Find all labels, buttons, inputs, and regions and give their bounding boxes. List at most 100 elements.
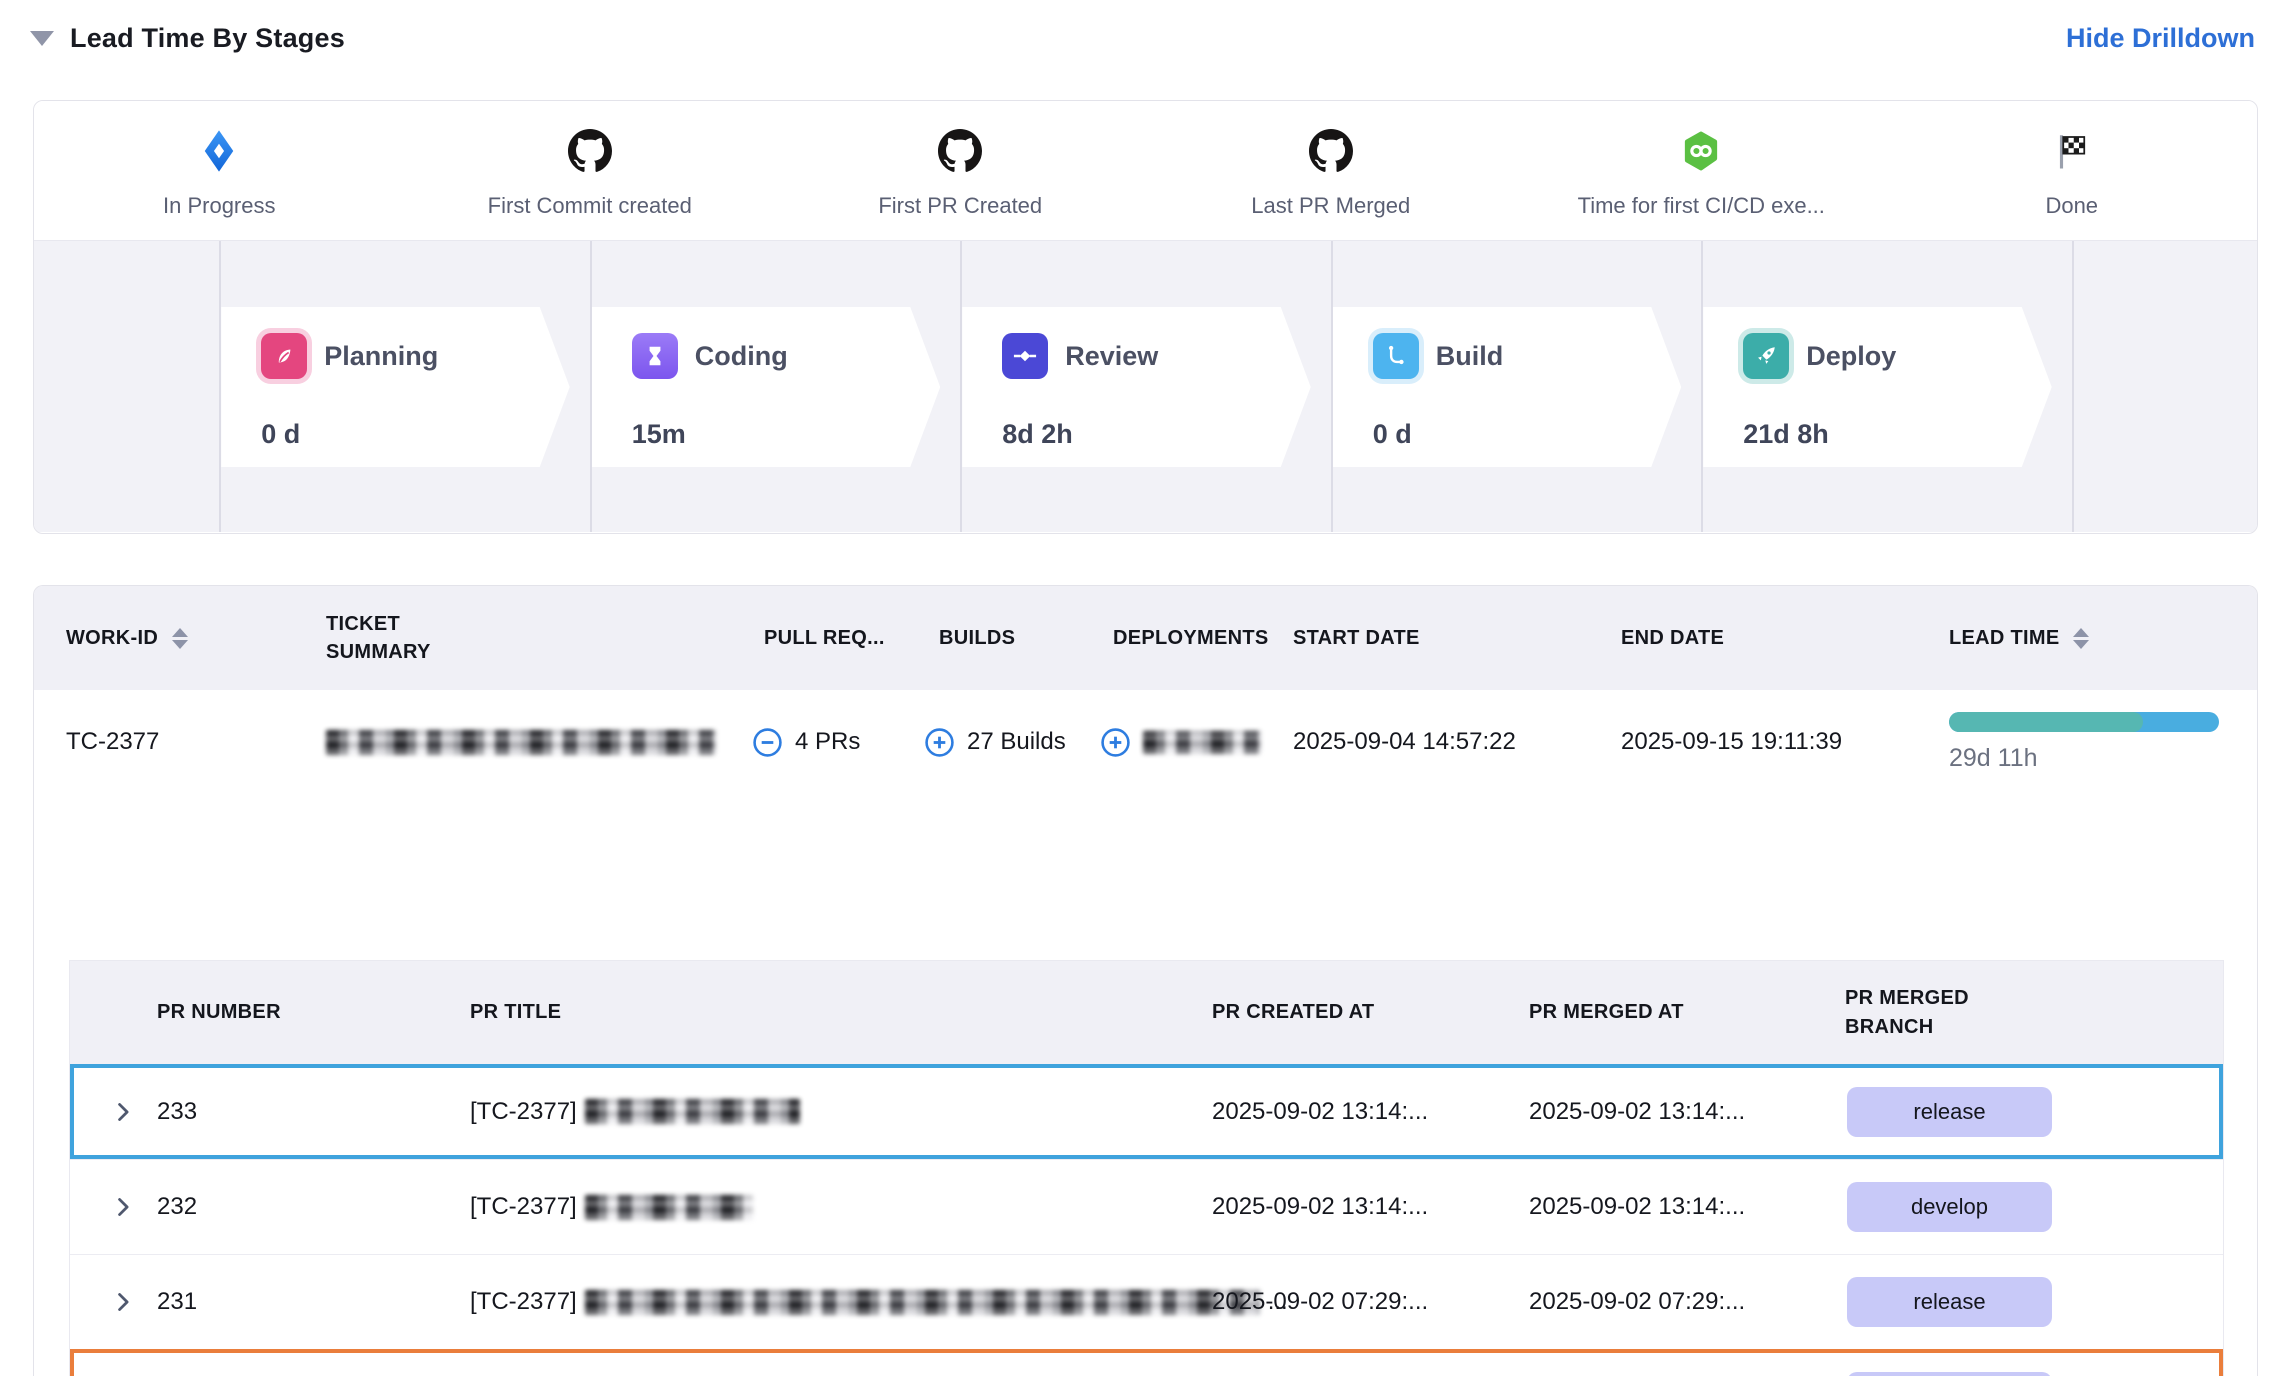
pr-row-231[interactable]: 231 [TC-2377]... 2025-09-02 07:29:... 20… [70,1254,2223,1349]
cicd-icon [1679,127,1723,175]
pr-title: [TC-2377]... [470,1349,1263,1376]
github-icon [938,127,982,175]
pr-title-redacted [585,1195,753,1220]
column-header-work-id[interactable]: WORK-ID [66,586,188,690]
git-commit-icon [1002,333,1048,379]
work-table-header: WORK-ID TICKET SUMMARY PULL REQ... BUILD… [34,586,2257,690]
end-date-value: 2025-09-15 19:11:39 [1621,690,1842,794]
column-header-lead-time[interactable]: LEAD TIME [1949,586,2089,690]
collapse-triangle-icon[interactable] [30,31,54,46]
chevron-right-icon[interactable] [112,1160,134,1254]
milestone-label: First PR Created [878,193,1042,219]
github-icon [1309,127,1353,175]
milestones-row: In Progress First Commit created First P… [34,101,2257,241]
milestone-first-commit: First Commit created [405,101,776,240]
column-header-pr-number: PR NUMBER [157,961,281,1064]
github-icon [568,127,612,175]
pr-number: 232 [157,1160,197,1254]
deployments-cell[interactable] [1100,690,1261,794]
milestone-divider [1701,241,1703,532]
sort-icon[interactable] [2073,628,2089,649]
milestone-label: In Progress [163,193,276,219]
stage-name: Deploy [1806,341,1896,372]
milestone-divider [590,241,592,532]
expand-circle-plus-icon [924,727,955,758]
stage-coding: Coding 15m [592,307,940,467]
stage-name: Build [1436,341,1504,372]
column-header-pr-title: PR TITLE [470,961,561,1064]
column-header-pull-requests: PULL REQ... [764,586,885,690]
milestone-last-pr-merged: Last PR Merged [1146,101,1517,240]
ticket-summary-redacted [326,690,716,794]
work-items-table: WORK-ID TICKET SUMMARY PULL REQ... BUILD… [33,585,2258,1376]
milestone-divider [1331,241,1333,532]
stage-strip: Planning 0 d Coding 15m Revi [34,241,2257,532]
branch-badge: release [1847,1277,2052,1327]
stage-duration: 15m [632,419,940,450]
pr-title: [TC-2377]... [470,1255,1288,1349]
column-header-builds: BUILDS [939,586,1015,690]
pr-row-232[interactable]: 232 [TC-2377] 2025-09-02 13:14:... 2025-… [70,1159,2223,1254]
pr-title-redacted [585,1290,1260,1315]
milestone-divider [2072,241,2074,532]
pr-merged-at: 2025-09-02 13:14:... [1529,1160,1745,1254]
collapse-circle-minus-icon [752,727,783,758]
pr-title: [TC-2377] [470,1064,800,1159]
stage-build: Build 0 d [1333,307,1681,467]
pr-created-at: 2025-09-02 07:29:... [1212,1255,1428,1349]
pull-requests-cell[interactable]: 4 PRs [752,690,860,794]
pr-number: 230 [157,1349,197,1376]
checkered-flag-icon [2051,127,2093,175]
expand-circle-plus-icon [1100,727,1131,758]
rocket-icon [1743,333,1789,379]
pr-number: 231 [157,1255,197,1349]
pr-merged-at: NA [1529,1349,1562,1376]
milestone-label: Last PR Merged [1251,193,1410,219]
git-branch-icon [1373,333,1419,379]
builds-cell[interactable]: 27 Builds [924,690,1066,794]
lead-time-bar [1949,712,2219,732]
stage-deploy: Deploy 21d 8h [1703,307,2051,467]
column-header-pr-created-at: PR CREATED AT [1212,961,1374,1064]
pr-row-233[interactable]: 233 [TC-2377] 2025-09-02 13:14:... 2025-… [70,1064,2223,1159]
milestone-first-pr: First PR Created [775,101,1146,240]
milestone-label: First Commit created [488,193,692,219]
lead-time-drilldown-screen: Lead Time By Stages Hide Drilldown In Pr… [0,0,2291,1376]
chevron-right-icon[interactable] [112,1064,134,1159]
column-header-deployments: DEPLOYMENTS [1113,586,1269,690]
section-header: Lead Time By Stages Hide Drilldown [30,14,2255,62]
chevron-right-icon[interactable] [112,1255,134,1349]
pr-row-230[interactable]: 230 [TC-2377]... 2025-08-25 10:50:... NA… [70,1349,2223,1376]
column-label: WORK-ID [66,627,158,650]
milestone-done: Done [1887,101,2258,240]
column-label: LEAD TIME [1949,627,2059,650]
pr-created-at: 2025-08-25 10:50:... [1212,1349,1428,1376]
work-id-value: TC-2377 [66,690,159,794]
pr-title-prefix: [TC-2377] [470,1288,577,1316]
pr-merged-at: 2025-09-02 13:14:... [1529,1064,1745,1159]
column-header-end-date: END DATE [1621,586,1724,690]
stage-name: Review [1065,341,1158,372]
stage-duration: 0 d [261,419,569,450]
pr-title: [TC-2377] [470,1160,753,1254]
page-title: Lead Time By Stages [70,23,345,54]
stage-review: Review 8d 2h [962,307,1310,467]
milestone-in-progress: In Progress [34,101,405,240]
pr-merged-branch: release [1847,1255,2052,1349]
pull-requests-count: 4 PRs [795,728,860,756]
pr-created-at: 2025-09-02 13:14:... [1212,1160,1428,1254]
pr-title-redacted [585,1099,800,1124]
sort-icon[interactable] [172,628,188,649]
stage-duration: 8d 2h [1002,419,1310,450]
hide-drilldown-link[interactable]: Hide Drilldown [2066,23,2255,54]
stage-name: Coding [695,341,788,372]
stage-planning: Planning 0 d [221,307,569,467]
stage-name: Planning [324,341,438,372]
column-header-pr-merged-branch: PR MERGED BRANCH [1845,961,2005,1064]
lead-time-value: 29d 11h [1949,744,2038,773]
chevron-right-icon[interactable] [112,1349,134,1376]
planning-leaf-icon [261,333,307,379]
branch-badge: develop [1847,1182,2052,1232]
stage-duration: 21d 8h [1743,419,2051,450]
pr-merged-branch: develop [1847,1160,2052,1254]
